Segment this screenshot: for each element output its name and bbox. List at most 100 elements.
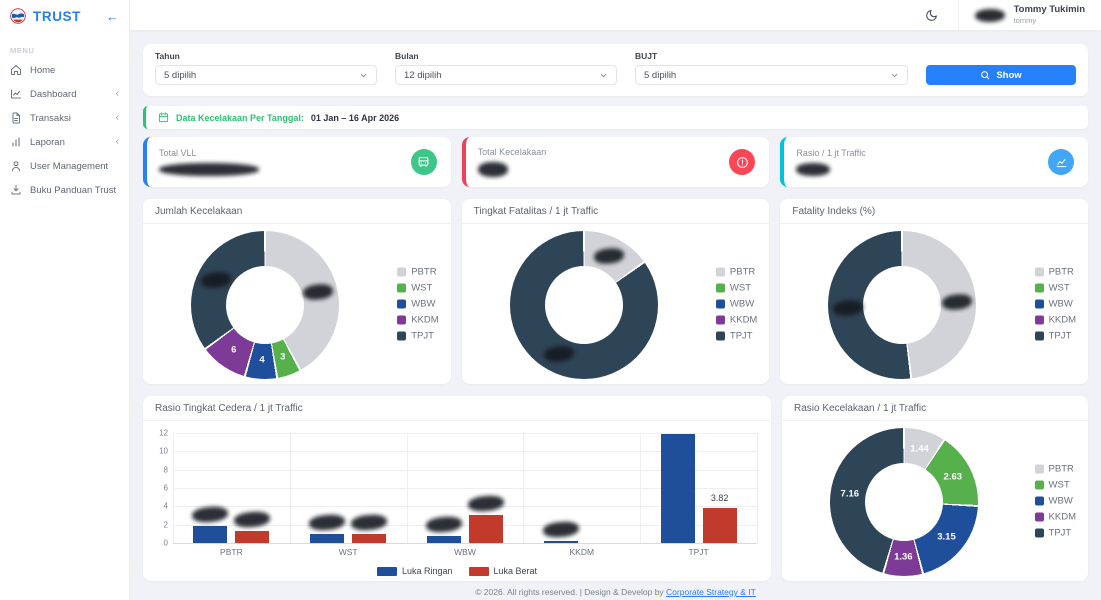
legend-item-tpjt[interactable]: TPJT bbox=[1035, 331, 1076, 342]
gridline bbox=[407, 433, 408, 543]
sidebar-item-dashboard[interactable]: Dashboard‹ bbox=[0, 82, 129, 106]
sidebar-item-laporan[interactable]: Laporan‹ bbox=[0, 130, 129, 154]
legend-item-tpjt[interactable]: TPJT bbox=[1035, 528, 1076, 539]
legend-label: TPJT bbox=[411, 331, 434, 342]
bar-luka-ringan-wbw[interactable] bbox=[427, 536, 461, 543]
legend-item-luka-berat[interactable]: Luka Berat bbox=[469, 566, 538, 576]
slice-label: 1.44 bbox=[910, 444, 929, 455]
user-icon bbox=[10, 160, 22, 172]
bulan-select[interactable]: 12 dipilih bbox=[395, 65, 617, 85]
redacted-bar-label bbox=[351, 514, 388, 532]
bar-luka-ringan-wst[interactable] bbox=[310, 534, 344, 543]
legend-swatch bbox=[397, 284, 406, 293]
legend-label: WST bbox=[730, 283, 751, 294]
legend-item-pbtr[interactable]: PBTR bbox=[716, 267, 757, 278]
legend-swatch bbox=[716, 332, 725, 341]
chart-title: Rasio Kecelakaan / 1 jt Traffic bbox=[782, 396, 1088, 421]
stat-card-total-kecelakaan: Total Kecelakaan bbox=[462, 137, 770, 187]
legend-item-kkdm[interactable]: KKDM bbox=[1035, 512, 1076, 523]
legend-label: WBW bbox=[730, 299, 754, 310]
y-axis-tick: 10 bbox=[159, 447, 173, 456]
legend-item-kkdm[interactable]: KKDM bbox=[716, 315, 757, 326]
chart-legend: PBTR WST WBW KKDM TPJT bbox=[1035, 464, 1076, 539]
user-name: Tommy Tukimin bbox=[1014, 5, 1085, 16]
tahun-select[interactable]: 5 dipilih bbox=[155, 65, 377, 85]
bar-luka-berat-tpjt[interactable] bbox=[703, 508, 737, 543]
user-menu[interactable]: Tommy Tukimin tommy bbox=[958, 0, 1101, 30]
bar-chart: 024681012PBTRWSTWBWKKDM3.82TPJTLuka Ring… bbox=[143, 421, 771, 581]
legend-item-wst[interactable]: WST bbox=[1035, 283, 1076, 294]
sidebar-collapse-arrow-icon[interactable]: ← bbox=[106, 9, 119, 24]
legend-item-luka-ringan[interactable]: Luka Ringan bbox=[377, 566, 453, 576]
chart-legend: Luka Ringan Luka Berat bbox=[143, 566, 771, 576]
legend-swatch bbox=[716, 268, 725, 277]
stats-row: Total VLL Total Kecelakaan Rasio / 1 jt … bbox=[143, 137, 1088, 187]
show-button[interactable]: Show bbox=[926, 65, 1076, 85]
legend-label: TPJT bbox=[1049, 528, 1072, 539]
legend-swatch bbox=[397, 268, 406, 277]
legend-swatch bbox=[716, 284, 725, 293]
bar-luka-berat-wst[interactable] bbox=[352, 534, 386, 543]
donut: 346 bbox=[191, 231, 339, 379]
bar-luka-ringan-kkdm[interactable] bbox=[544, 541, 578, 543]
bulan-select-value: 12 dipilih bbox=[404, 70, 442, 81]
legend-swatch bbox=[1035, 513, 1044, 522]
redacted-bar-label bbox=[192, 505, 229, 523]
redacted-bar-label bbox=[425, 515, 462, 533]
date-range-alert: Data Kecelakaan Per Tanggal: 01 Jan – 16… bbox=[143, 106, 1088, 129]
chart-legend: PBTR WST WBW KKDM TPJT bbox=[1035, 267, 1076, 342]
stat-card-total-vll: Total VLL bbox=[143, 137, 451, 187]
legend-swatch bbox=[1035, 529, 1044, 538]
sidebar-item-buku-panduan-trust[interactable]: Buku Panduan Trust bbox=[0, 178, 129, 202]
legend-item-pbtr[interactable]: PBTR bbox=[1035, 464, 1076, 475]
legend-label: WBW bbox=[411, 299, 435, 310]
legend-item-kkdm[interactable]: KKDM bbox=[1035, 315, 1076, 326]
y-axis-tick: 12 bbox=[159, 429, 173, 438]
footer-link[interactable]: Corporate Strategy & IT bbox=[666, 587, 756, 597]
filter-label-bujt: BUJT bbox=[635, 51, 908, 61]
chart-title: Tingkat Fatalitas / 1 jt Traffic bbox=[462, 199, 770, 224]
document-icon bbox=[10, 112, 22, 124]
avatar bbox=[975, 9, 1005, 22]
sidebar-item-home[interactable]: Home bbox=[0, 58, 129, 82]
bar-luka-ringan-tpjt[interactable] bbox=[661, 434, 695, 543]
tahun-select-value: 5 dipilih bbox=[164, 70, 196, 81]
donut-chart: 1.442.633.151.367.16PBTRWSTWBWKKDMTPJT bbox=[782, 421, 1088, 581]
legend-item-wst[interactable]: WST bbox=[716, 283, 757, 294]
chart-card-jumlah-kecelakaan: Jumlah Kecelakaan 346 PBTR WST WBW KKDM TPJT bbox=[143, 199, 451, 384]
legend-item-wbw[interactable]: WBW bbox=[1035, 299, 1076, 310]
bujt-select[interactable]: 5 dipilih bbox=[635, 65, 908, 85]
legend-item-wbw[interactable]: WBW bbox=[397, 299, 438, 310]
stat-card-rasio: Rasio / 1 jt Traffic bbox=[780, 137, 1088, 187]
bar-luka-ringan-pbtr[interactable] bbox=[193, 526, 227, 543]
sidebar-item-label: User Management bbox=[30, 161, 108, 172]
legend-item-tpjt[interactable]: TPJT bbox=[397, 331, 438, 342]
legend-item-kkdm[interactable]: KKDM bbox=[397, 315, 438, 326]
legend-swatch bbox=[716, 316, 725, 325]
stat-label: Rasio / 1 jt Traffic bbox=[796, 148, 865, 158]
legend-item-tpjt[interactable]: TPJT bbox=[716, 331, 757, 342]
slice-label: 6 bbox=[231, 345, 236, 356]
sidebar-item-transaksi[interactable]: Transaksi‹ bbox=[0, 106, 129, 130]
legend-item-pbtr[interactable]: PBTR bbox=[1035, 267, 1076, 278]
legend-label: WST bbox=[411, 283, 432, 294]
app-logo bbox=[10, 8, 26, 24]
stat-label: Total VLL bbox=[159, 148, 259, 158]
bottom-charts-row: Rasio Tingkat Cedera / 1 jt Traffic 0246… bbox=[143, 396, 1088, 581]
sidebar-item-user-management[interactable]: User Management bbox=[0, 154, 129, 178]
sidebar-nav: HomeDashboard‹Transaksi‹Laporan‹ User Man… bbox=[0, 58, 129, 202]
legend-item-wst[interactable]: WST bbox=[397, 283, 438, 294]
bar-luka-berat-wbw[interactable] bbox=[469, 515, 503, 543]
legend-item-wbw[interactable]: WBW bbox=[1035, 496, 1076, 507]
redacted-bar-label bbox=[309, 513, 346, 531]
dark-mode-toggle[interactable] bbox=[905, 9, 958, 22]
legend-item-wst[interactable]: WST bbox=[1035, 480, 1076, 491]
bar-luka-berat-pbtr[interactable] bbox=[235, 531, 269, 543]
chart-title: Jumlah Kecelakaan bbox=[143, 199, 451, 224]
alert-date-range: 01 Jan – 16 Apr 2026 bbox=[311, 113, 399, 123]
redacted-bar-label bbox=[542, 521, 579, 539]
legend-item-pbtr[interactable]: PBTR bbox=[397, 267, 438, 278]
sidebar-item-label: Laporan bbox=[30, 137, 65, 148]
chevron-down-icon bbox=[890, 71, 899, 80]
legend-item-wbw[interactable]: WBW bbox=[716, 299, 757, 310]
